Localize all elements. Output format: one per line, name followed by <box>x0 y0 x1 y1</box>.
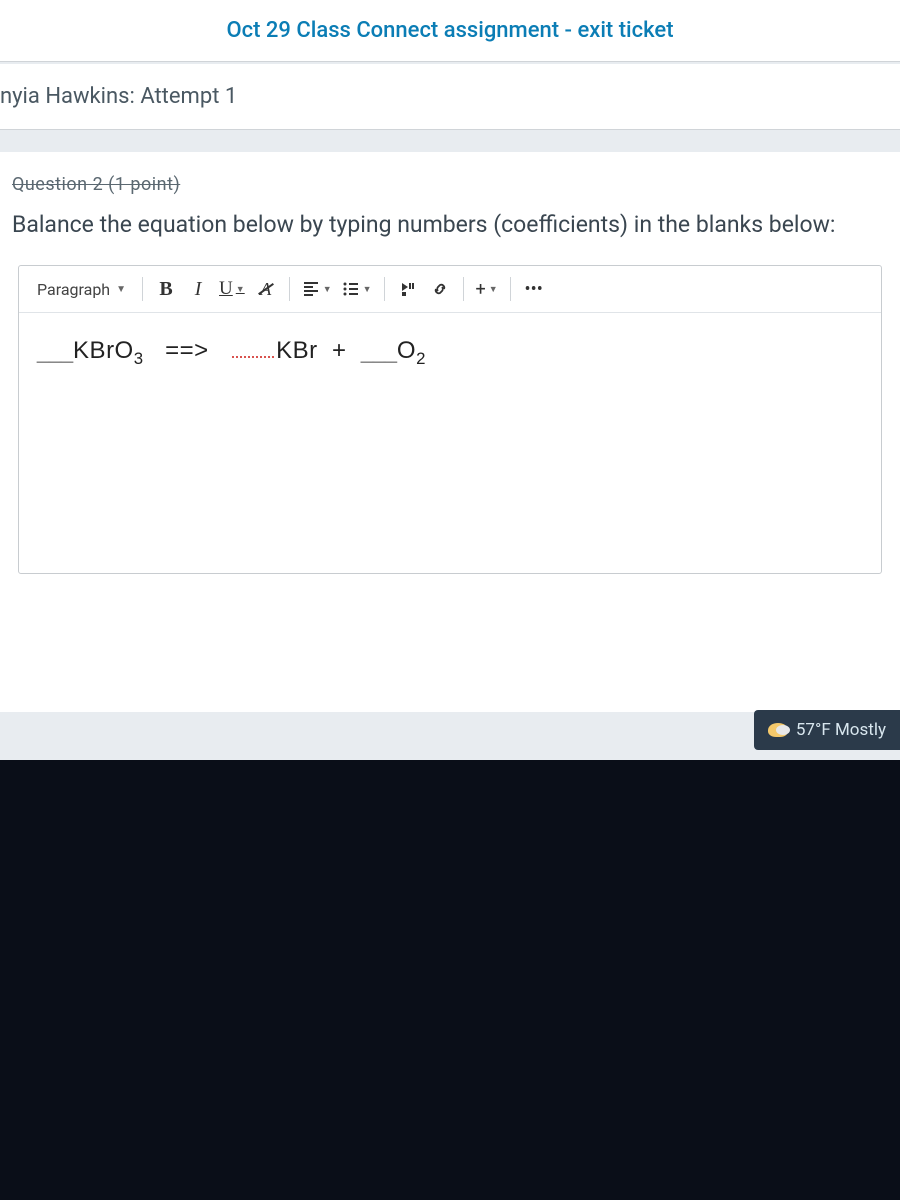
clear-format-label: A <box>260 279 271 300</box>
question-prompt: Balance the equation below by typing num… <box>12 209 888 241</box>
bottom-dark-area <box>0 760 900 1200</box>
toolbar-divider <box>463 277 464 301</box>
underline-label: U <box>219 278 233 300</box>
product-2-sub: 2 <box>416 349 426 368</box>
assignment-title: Oct 29 Class Connect assignment - exit t… <box>0 18 900 43</box>
plus: + <box>332 337 347 364</box>
toolbar-divider <box>510 277 511 301</box>
list-icon <box>342 280 360 298</box>
weather-icon <box>768 723 788 737</box>
arrow: ==> <box>165 337 209 364</box>
align-icon <box>302 280 320 298</box>
chemical-equation: ___KBrO3 ==> KBr + ___O2 <box>37 337 863 369</box>
editor-toolbar: Paragraph ▼ B I U ▼ A ▼ ▼ <box>19 266 881 313</box>
underline-button[interactable]: U ▼ <box>215 274 249 304</box>
more-icon: ••• <box>525 279 543 300</box>
insert-button[interactable]: + ▼ <box>472 274 502 304</box>
question-number-cut: Question 2 (1 point) <box>12 174 888 195</box>
blank-1[interactable]: ___ <box>37 337 71 365</box>
blank-2[interactable] <box>232 356 274 358</box>
weather-text: 57°F Mostly <box>796 720 886 740</box>
chevron-down-icon: ▼ <box>363 284 372 295</box>
product-2: O <box>397 337 416 364</box>
toolbar-divider <box>384 277 385 301</box>
list-button[interactable]: ▼ <box>338 274 376 304</box>
chevron-down-icon: ▼ <box>236 284 245 294</box>
media-icon <box>399 280 417 298</box>
paragraph-style-select[interactable]: Paragraph ▼ <box>29 276 134 303</box>
link-icon <box>431 280 449 298</box>
insert-media-button[interactable] <box>393 274 423 304</box>
weather-widget[interactable]: 57°F Mostly <box>754 710 900 750</box>
blank-3[interactable]: ___ <box>361 337 395 365</box>
paragraph-label: Paragraph <box>37 280 110 299</box>
chevron-down-icon: ▼ <box>116 284 126 295</box>
rich-text-editor: Paragraph ▼ B I U ▼ A ▼ ▼ <box>18 265 882 574</box>
link-button[interactable] <box>425 274 455 304</box>
toolbar-divider <box>289 277 290 301</box>
align-button[interactable]: ▼ <box>298 274 336 304</box>
question-area: Question 2 (1 point) Balance the equatio… <box>0 152 900 712</box>
attempt-bar: nyia Hawkins: Attempt 1 <box>0 64 900 130</box>
page-header: Oct 29 Class Connect assignment - exit t… <box>0 0 900 62</box>
bold-button[interactable]: B <box>151 274 181 304</box>
more-button[interactable]: ••• <box>519 274 549 304</box>
chevron-down-icon: ▼ <box>489 284 498 295</box>
plus-icon: + <box>476 279 486 300</box>
reactant-1-sub: 3 <box>134 349 144 368</box>
editor-content[interactable]: ___KBrO3 ==> KBr + ___O2 <box>19 313 881 573</box>
chevron-down-icon: ▼ <box>323 284 332 295</box>
italic-button[interactable]: I <box>183 274 213 304</box>
attempt-text: nyia Hawkins: Attempt 1 <box>0 84 900 109</box>
reactant-1: KBrO <box>73 337 134 364</box>
product-1: KBr <box>276 337 318 364</box>
clear-format-button[interactable]: A <box>251 274 281 304</box>
toolbar-divider <box>142 277 143 301</box>
